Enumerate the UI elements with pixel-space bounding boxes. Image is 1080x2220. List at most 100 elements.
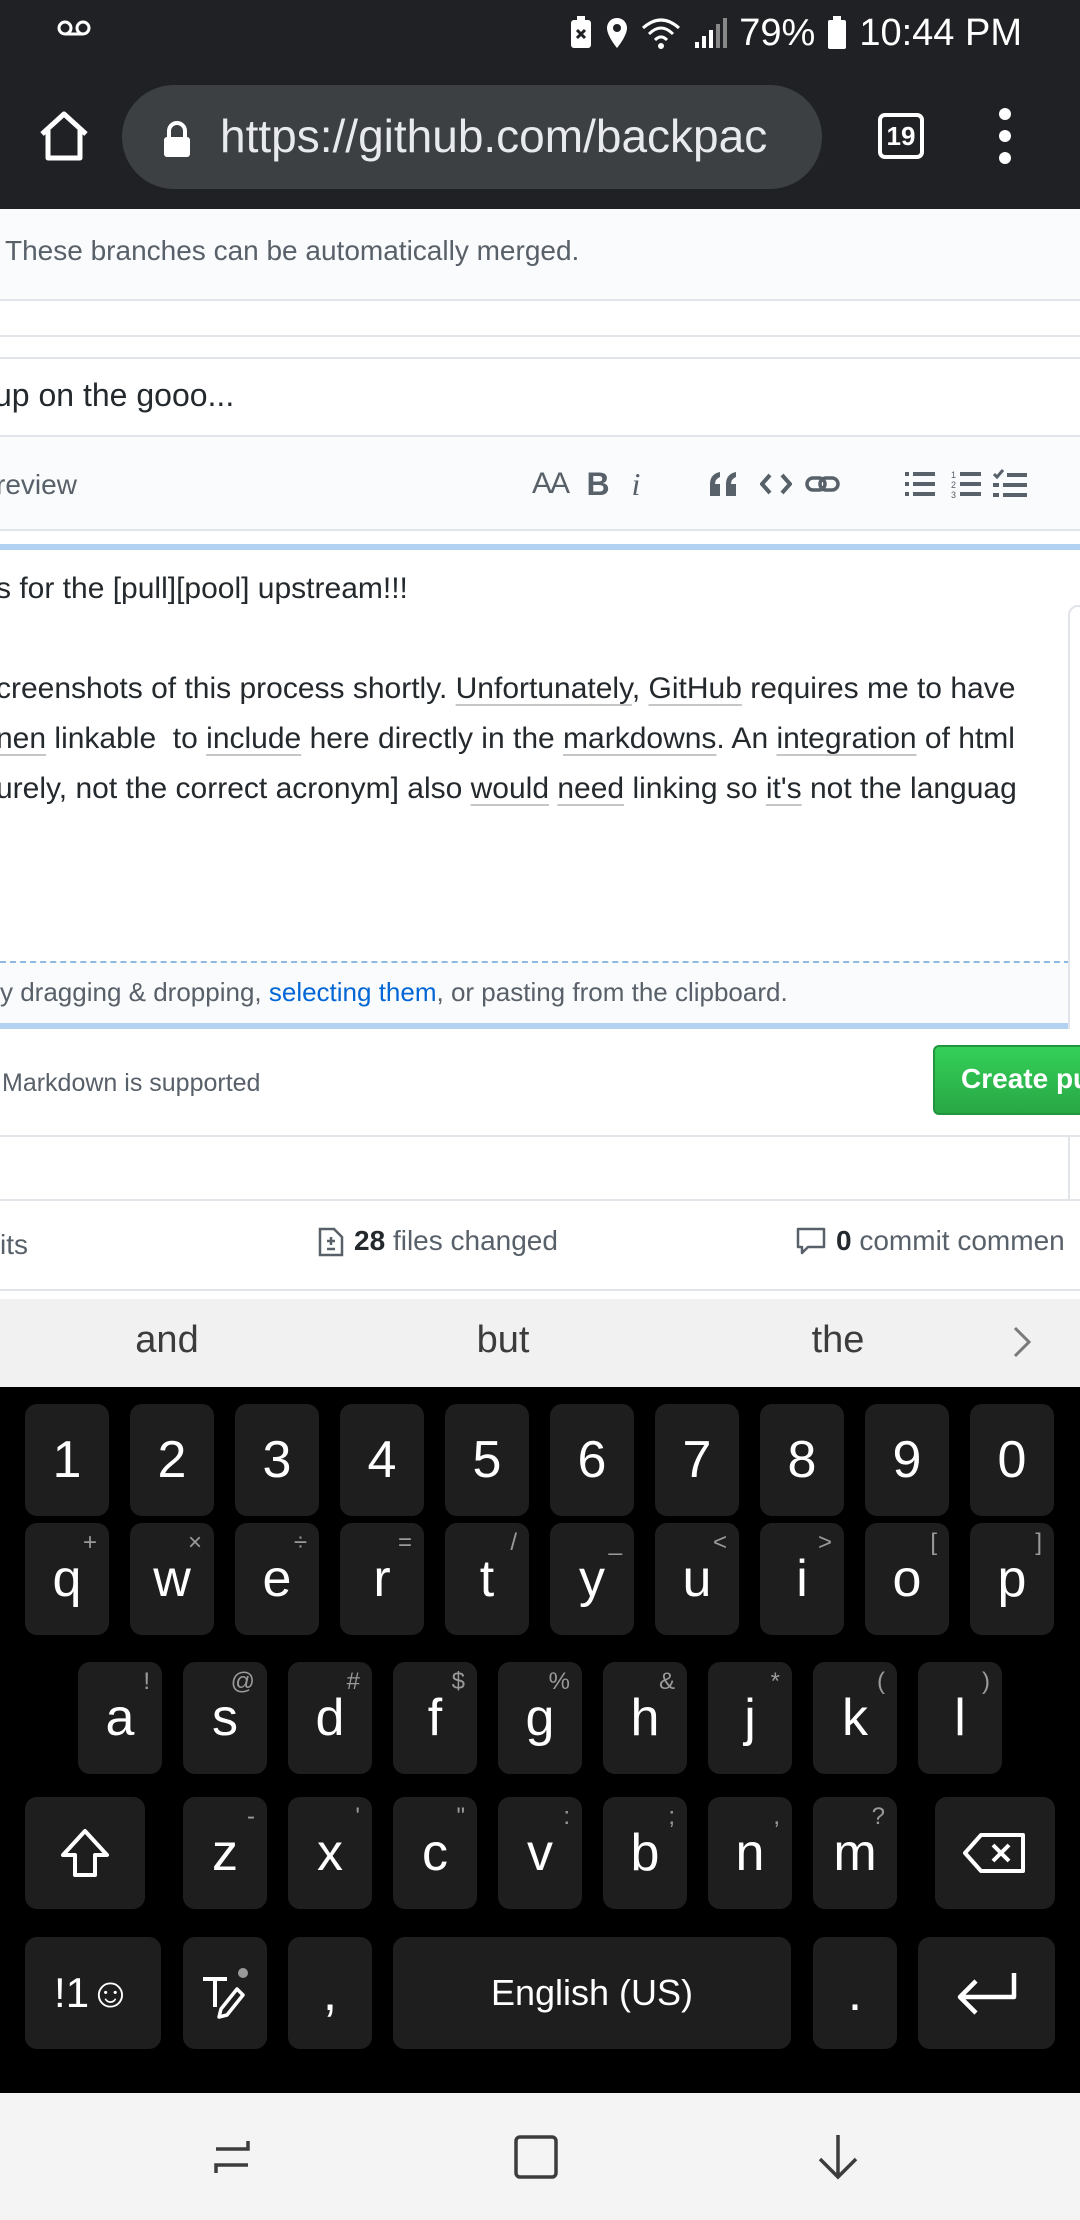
symbols-key[interactable]: !1☺ [25, 1937, 161, 2049]
key-label: e [262, 1550, 292, 1608]
key-5[interactable]: 5 [445, 1404, 529, 1516]
editor-text: . An [716, 722, 777, 755]
shift-key[interactable] [25, 1797, 145, 1909]
key-6[interactable]: 6 [550, 1404, 634, 1516]
key-7[interactable]: 7 [655, 1404, 739, 1516]
key-f[interactable]: f $ [393, 1662, 477, 1774]
key-label: t [479, 1550, 495, 1608]
key-label: f [427, 1689, 443, 1747]
key-d[interactable]: d # [288, 1662, 372, 1774]
key-9[interactable]: 9 [865, 1404, 949, 1516]
home-icon[interactable] [36, 108, 92, 164]
create-pull-request-button[interactable]: Create pu [933, 1045, 1080, 1115]
key-h[interactable]: h & [603, 1662, 687, 1774]
key-t[interactable]: t / [445, 1523, 529, 1635]
tab-preview[interactable]: review [0, 469, 77, 501]
pr-title-input[interactable]: up on the gooo... [0, 359, 1080, 437]
chevron-right-icon[interactable] [1012, 1325, 1032, 1359]
key-n[interactable]: n, [708, 1797, 792, 1909]
key-0[interactable]: 0 [970, 1404, 1054, 1516]
code-button[interactable] [758, 459, 794, 509]
key-label: s [212, 1689, 238, 1747]
link-button[interactable] [804, 459, 842, 509]
file-attach-area[interactable]: y dragging & dropping, selecting them, o… [0, 961, 1080, 1023]
suggestion-2[interactable]: but [403, 1319, 603, 1362]
select-files-link[interactable]: selecting them [269, 977, 437, 1007]
key-l[interactable]: l) [918, 1662, 1002, 1774]
key-label: i [796, 1550, 808, 1608]
key-z[interactable]: z- [183, 1797, 267, 1909]
task-list-button[interactable] [992, 459, 1028, 509]
space-key[interactable]: English (US) [393, 1937, 791, 2049]
key-4[interactable]: 4 [340, 1404, 424, 1516]
comments-label: commit commen [859, 1225, 1065, 1256]
pr-title-value[interactable]: up on the gooo... [0, 377, 234, 414]
key-label: q [52, 1550, 82, 1608]
key-v[interactable]: v: [498, 1797, 582, 1909]
key-label: d [315, 1689, 345, 1747]
editor-line: creenshots of this process shortly. Unfo… [0, 672, 1015, 706]
key-i[interactable]: i > [760, 1523, 844, 1635]
form-actions: Markdown is supported [0, 1029, 1080, 1137]
suggestion-3[interactable]: the [738, 1319, 938, 1362]
merge-status-text: These branches can be automatically merg… [5, 235, 580, 266]
key-8[interactable]: 8 [760, 1404, 844, 1516]
url-text[interactable]: https://github.com/backpac [220, 109, 767, 163]
key-r[interactable]: r = [340, 1523, 424, 1635]
key-b[interactable]: b; [603, 1797, 687, 1909]
key-m[interactable]: m? [813, 1797, 897, 1909]
pr-body-textarea[interactable]: s for the [pull][pool] upstream!!! creen… [0, 544, 1080, 960]
code-icon [760, 473, 792, 495]
heading-icon: AA [531, 467, 570, 500]
italic-icon: i [631, 465, 641, 502]
home-nav-icon[interactable] [510, 2131, 562, 2183]
quote-button[interactable] [706, 459, 742, 509]
editor-text: linkable to [46, 722, 207, 755]
period-key[interactable]: . [813, 1937, 897, 2049]
ordered-list-button[interactable]: 123 [950, 459, 982, 509]
key-a[interactable]: a! [78, 1662, 162, 1774]
heading-button[interactable]: AA [530, 459, 570, 509]
key-s[interactable]: s @ [183, 1662, 267, 1774]
key-hint: ; [668, 1803, 675, 1830]
key-q[interactable]: q + [25, 1523, 109, 1635]
comma-key[interactable]: , [288, 1937, 372, 2049]
back-nav-icon[interactable] [812, 2131, 864, 2183]
handwriting-key[interactable] [183, 1937, 267, 2049]
key-o[interactable]: o[ [865, 1523, 949, 1635]
key-e[interactable]: e ÷ [235, 1523, 319, 1635]
enter-icon [957, 1973, 1016, 2015]
key-c[interactable]: c " [393, 1797, 477, 1909]
bold-button[interactable]: B [584, 459, 612, 509]
suggestion-1[interactable]: and [67, 1319, 267, 1362]
key-hint: & [658, 1668, 675, 1695]
key-w[interactable]: w × [130, 1523, 214, 1635]
italic-button[interactable]: i [626, 459, 646, 509]
unordered-list-button[interactable] [904, 459, 936, 509]
key-x[interactable]: x ' [288, 1797, 372, 1909]
key-y[interactable]: y _ [550, 1523, 634, 1635]
key-hint: * [770, 1668, 780, 1695]
attach-suffix: , or pasting from the clipboard. [436, 977, 788, 1007]
key-2[interactable]: 2 [130, 1404, 214, 1516]
key-p[interactable]: p] [970, 1523, 1054, 1635]
tab-switcher-button[interactable]: 19 [878, 113, 924, 159]
enter-key[interactable] [918, 1937, 1055, 2049]
comments-count: 0 [836, 1225, 852, 1256]
commits-tab[interactable]: its [0, 1229, 28, 1261]
key-1[interactable]: 1 [25, 1404, 109, 1516]
files-changed-tab[interactable]: 28 files changed [318, 1225, 558, 1257]
key-j[interactable]: j * [708, 1662, 792, 1774]
backspace-key[interactable] [935, 1797, 1055, 1909]
key-3[interactable]: 3 [235, 1404, 319, 1516]
commit-comments-tab[interactable]: 0 commit commen [796, 1225, 1065, 1257]
url-bar[interactable]: https://github.com/backpac [122, 85, 822, 189]
recent-apps-icon[interactable] [206, 2131, 258, 2183]
key-g[interactable]: g% [498, 1662, 582, 1774]
shift-icon [61, 1829, 109, 1877]
key-k[interactable]: k( [813, 1662, 897, 1774]
clock: 10:44 PM [859, 11, 1022, 54]
key-hint: ÷ [293, 1529, 307, 1556]
key-u[interactable]: u < [655, 1523, 739, 1635]
overflow-menu-icon[interactable] [990, 108, 1020, 164]
